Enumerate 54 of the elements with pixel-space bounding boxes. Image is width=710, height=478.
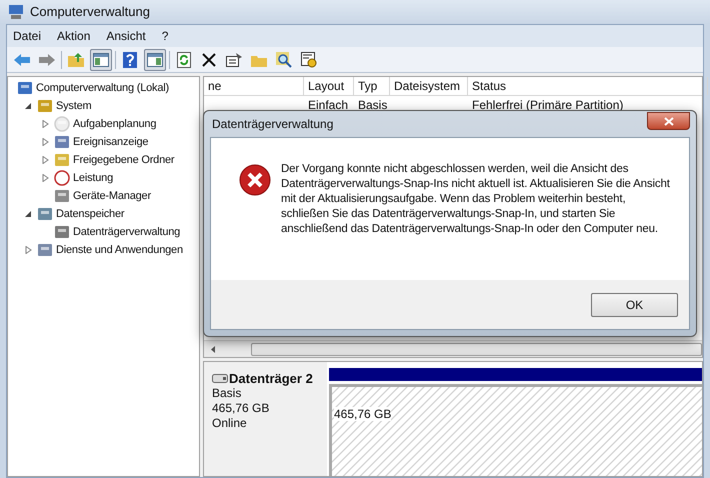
column-header[interactable]: Dateisystem [390, 77, 468, 95]
collapsed-arrow-icon[interactable] [24, 246, 32, 254]
tree-item[interactable]: System [56, 98, 92, 114]
menu-item[interactable]: Ansicht [106, 27, 146, 45]
collapsed-arrow-icon[interactable] [42, 156, 48, 164]
dialog-title: Datenträgerverwaltung [212, 116, 334, 133]
column-header[interactable]: Typ [354, 77, 390, 95]
collapsed-arrow-icon[interactable] [42, 138, 48, 146]
folder-up-icon [68, 52, 84, 66]
menu-item[interactable]: Datei [13, 27, 42, 45]
column-header[interactable]: Status [468, 77, 708, 95]
disk-size: 465,76 GB [212, 401, 270, 416]
partition-area[interactable]: 465,76 GB [329, 384, 702, 476]
delete-icon [202, 52, 216, 66]
table-cell: Basis [358, 98, 388, 112]
tree-item[interactable]: Dienste und Anwendungen [56, 242, 183, 258]
column-header[interactable]: ne [204, 77, 304, 95]
window-title: Computerverwaltung [30, 3, 150, 22]
panel-icon [93, 52, 109, 66]
help-icon [123, 52, 137, 68]
horizontal-scrollbar[interactable] [204, 340, 702, 357]
tree-item[interactable]: Geräte-Manager [73, 188, 151, 204]
panel-icon [147, 52, 163, 66]
column-header[interactable]: Layout [304, 77, 354, 95]
tree-item[interactable]: Aufgabenplanung [73, 116, 156, 132]
ok-button[interactable]: OK [591, 292, 678, 316]
collapsed-arrow-icon[interactable] [42, 174, 48, 182]
partition-size: 465,76 GB [334, 407, 392, 421]
tree-item[interactable]: Datenspeicher [56, 206, 124, 222]
table-cell: Einfach [308, 98, 348, 112]
menu-item[interactable]: ? [162, 27, 168, 45]
refresh-icon [177, 52, 191, 68]
tree-item[interactable]: Datenträgerverwaltung [73, 224, 180, 240]
back-arrow-icon [14, 54, 30, 66]
tree-item[interactable]: Leistung [73, 170, 113, 186]
magnifier-icon [276, 52, 292, 68]
collapsed-arrow-icon[interactable] [42, 120, 48, 128]
properties-icon [226, 52, 242, 66]
disk-name: Datenträger 2 [229, 371, 313, 386]
table-cell: Fehlerfrei (Primäre Partition) [472, 98, 624, 112]
forward-arrow-icon [39, 54, 55, 66]
menu-item[interactable]: Aktion [57, 27, 90, 45]
scroll-left-icon[interactable] [210, 346, 214, 352]
error-icon [239, 164, 271, 196]
tree-item[interactable]: Freigegebene Ordner [73, 152, 174, 168]
close-button[interactable] [647, 112, 690, 130]
disk-status: Online [212, 416, 248, 431]
disk-type: Basis [212, 386, 242, 401]
expanded-arrow-icon[interactable] [24, 102, 32, 110]
tree-item[interactable]: Ereignisanzeige [73, 134, 148, 150]
expanded-arrow-icon[interactable] [24, 210, 32, 218]
error-message: Der Vorgang konnte nicht abgeschlossen werden, weil die Ansicht des Datenträgerverwaltungs-Snap-Ins nicht aktuell ist. Aktualisieren Sie die Ansicht mit der Aktualisierungsaufgabe. Wenn das Problem weiterhin besteht, schließen Sie das Datenträgerverwaltungs-Snap-In, und starten Sie anschließend das Datenträgerverwaltungs-Snap-In oder den Computer neu. [281, 162, 671, 237]
tree-item[interactable]: Computerverwaltung (Lokal) [36, 80, 169, 96]
close-icon [664, 116, 674, 126]
